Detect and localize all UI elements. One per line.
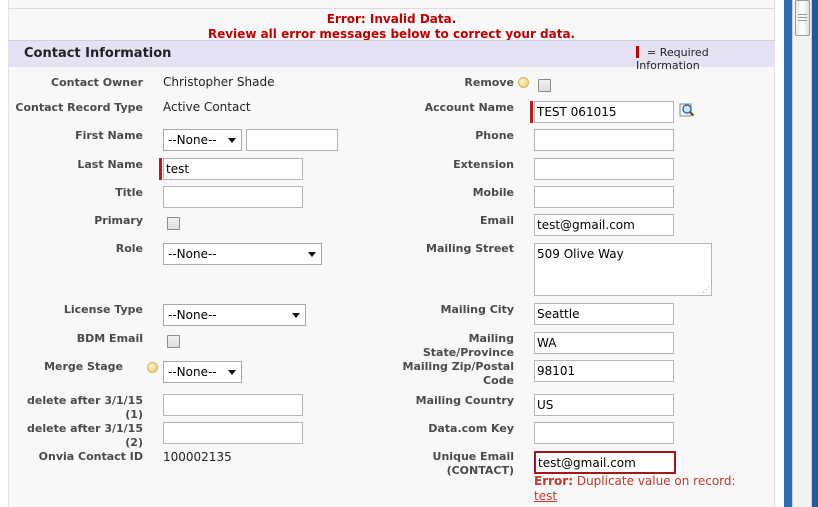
mobile-input[interactable] xyxy=(534,186,674,208)
resize-grip-icon[interactable]: ⋰ xyxy=(702,286,710,294)
section-header: Contact Information = Required Informati… xyxy=(8,40,775,72)
role-select[interactable]: --None-- xyxy=(163,243,322,265)
mailing-zip-input[interactable] xyxy=(534,360,674,382)
chevron-down-icon xyxy=(228,138,236,143)
datacom-key-input[interactable] xyxy=(534,422,674,444)
contact-owner-value: Christopher Shade xyxy=(163,75,275,89)
mailing-country-input[interactable] xyxy=(534,394,674,416)
contact-edit-page: Error: Invalid Data. Review all error me… xyxy=(0,0,818,507)
onvia-id-label: Onvia Contact ID xyxy=(38,450,143,463)
delete-after-2-input[interactable] xyxy=(163,422,303,444)
mailing-zip-label-line1: Mailing Zip/Postal xyxy=(402,360,514,373)
section-title: Contact Information xyxy=(24,46,172,61)
datacom-key-label: Data.com Key xyxy=(428,422,514,435)
required-legend: = Required Information xyxy=(636,46,775,72)
unique-email-error: Error: Duplicate value on record: xyxy=(534,474,736,489)
required-marker-icon xyxy=(159,158,162,180)
bdm-email-checkbox[interactable] xyxy=(167,335,180,348)
window-frame-edge xyxy=(812,0,818,507)
account-name-input[interactable] xyxy=(534,101,674,123)
unique-email-label-line2: (CONTACT) xyxy=(446,464,514,477)
last-name-input[interactable] xyxy=(163,158,303,180)
mobile-label: Mobile xyxy=(472,186,514,199)
mailing-city-label: Mailing City xyxy=(440,303,515,316)
record-type-label: Contact Record Type xyxy=(15,101,143,114)
mailing-street-label: Mailing Street xyxy=(426,242,514,255)
phone-input[interactable] xyxy=(534,129,674,151)
delete-after-1-input[interactable] xyxy=(163,394,303,416)
license-type-label: License Type xyxy=(63,303,143,316)
mailing-state-label: Mailing State/Province xyxy=(422,332,514,359)
vertical-scrollbar[interactable] xyxy=(792,0,812,507)
delete-after-2-label: delete after 3/1/15 (2) xyxy=(27,422,143,449)
record-type-value: Active Contact xyxy=(163,100,251,114)
account-name-label: Account Name xyxy=(424,101,514,114)
phone-label: Phone xyxy=(475,129,514,142)
thumb-grip-icon xyxy=(798,20,807,21)
first-name-input[interactable] xyxy=(246,129,338,151)
email-input[interactable] xyxy=(534,214,674,236)
salutation-select[interactable]: --None-- xyxy=(163,129,242,151)
contact-owner-label: Contact Owner xyxy=(51,76,143,89)
delete-after-1-label: delete after 3/1/15 (1) xyxy=(27,394,143,421)
mailing-city-input[interactable] xyxy=(534,303,674,325)
role-select-value: --None-- xyxy=(168,247,217,261)
top-divider xyxy=(8,8,775,9)
first-name-label: First Name xyxy=(75,129,143,142)
unique-email-label-line1: Unique Email xyxy=(432,450,514,463)
error-prefix: Error: xyxy=(534,474,573,488)
help-icon[interactable] xyxy=(147,362,158,373)
thumb-grip-icon xyxy=(798,14,807,15)
mailing-zip-label-line2: Code xyxy=(483,374,514,387)
license-type-select-value: --None-- xyxy=(168,308,217,322)
title-label: Title xyxy=(115,186,143,199)
duplicate-record-link[interactable]: test xyxy=(534,489,557,503)
unique-email-input[interactable] xyxy=(534,451,676,474)
scrollbar-thumb[interactable] xyxy=(795,0,810,36)
extension-label: Extension xyxy=(453,158,514,171)
onvia-id-value: 100002135 xyxy=(163,450,232,464)
merge-stage-select[interactable]: --None-- xyxy=(163,361,242,383)
help-icon[interactable] xyxy=(518,77,529,88)
merge-stage-label: Merge Stage xyxy=(44,360,123,373)
title-input[interactable] xyxy=(163,186,303,208)
mailing-street-textarea[interactable]: 509 Olive Way xyxy=(534,243,712,296)
lookup-icon[interactable] xyxy=(679,102,695,118)
chevron-down-icon xyxy=(308,252,316,257)
thumb-grip-icon xyxy=(798,17,807,18)
chevron-down-icon xyxy=(292,313,300,318)
role-label: Role xyxy=(115,242,143,255)
primary-checkbox[interactable] xyxy=(167,217,180,230)
error-title: Error: Invalid Data. xyxy=(326,12,457,26)
extension-input[interactable] xyxy=(534,158,674,180)
required-marker-icon xyxy=(636,46,639,58)
remove-checkbox[interactable] xyxy=(538,79,551,92)
merge-stage-select-value: --None-- xyxy=(168,365,217,379)
bdm-email-label: BDM Email xyxy=(76,332,143,345)
license-type-select[interactable]: --None-- xyxy=(163,304,306,326)
error-subtitle: Review all error messages below to corre… xyxy=(207,27,576,41)
required-legend-text: = Required Information xyxy=(636,46,709,72)
primary-label: Primary xyxy=(94,214,143,227)
chevron-down-icon xyxy=(228,370,236,375)
required-marker-icon xyxy=(530,101,533,123)
last-name-label: Last Name xyxy=(77,158,143,171)
email-label: Email xyxy=(480,214,514,227)
remove-label: Remove xyxy=(464,76,514,89)
error-text: Duplicate value on record: xyxy=(576,474,736,488)
salutation-select-value: --None-- xyxy=(168,133,217,147)
mailing-state-input[interactable] xyxy=(534,332,674,354)
mailing-country-label: Mailing Country xyxy=(415,394,514,407)
